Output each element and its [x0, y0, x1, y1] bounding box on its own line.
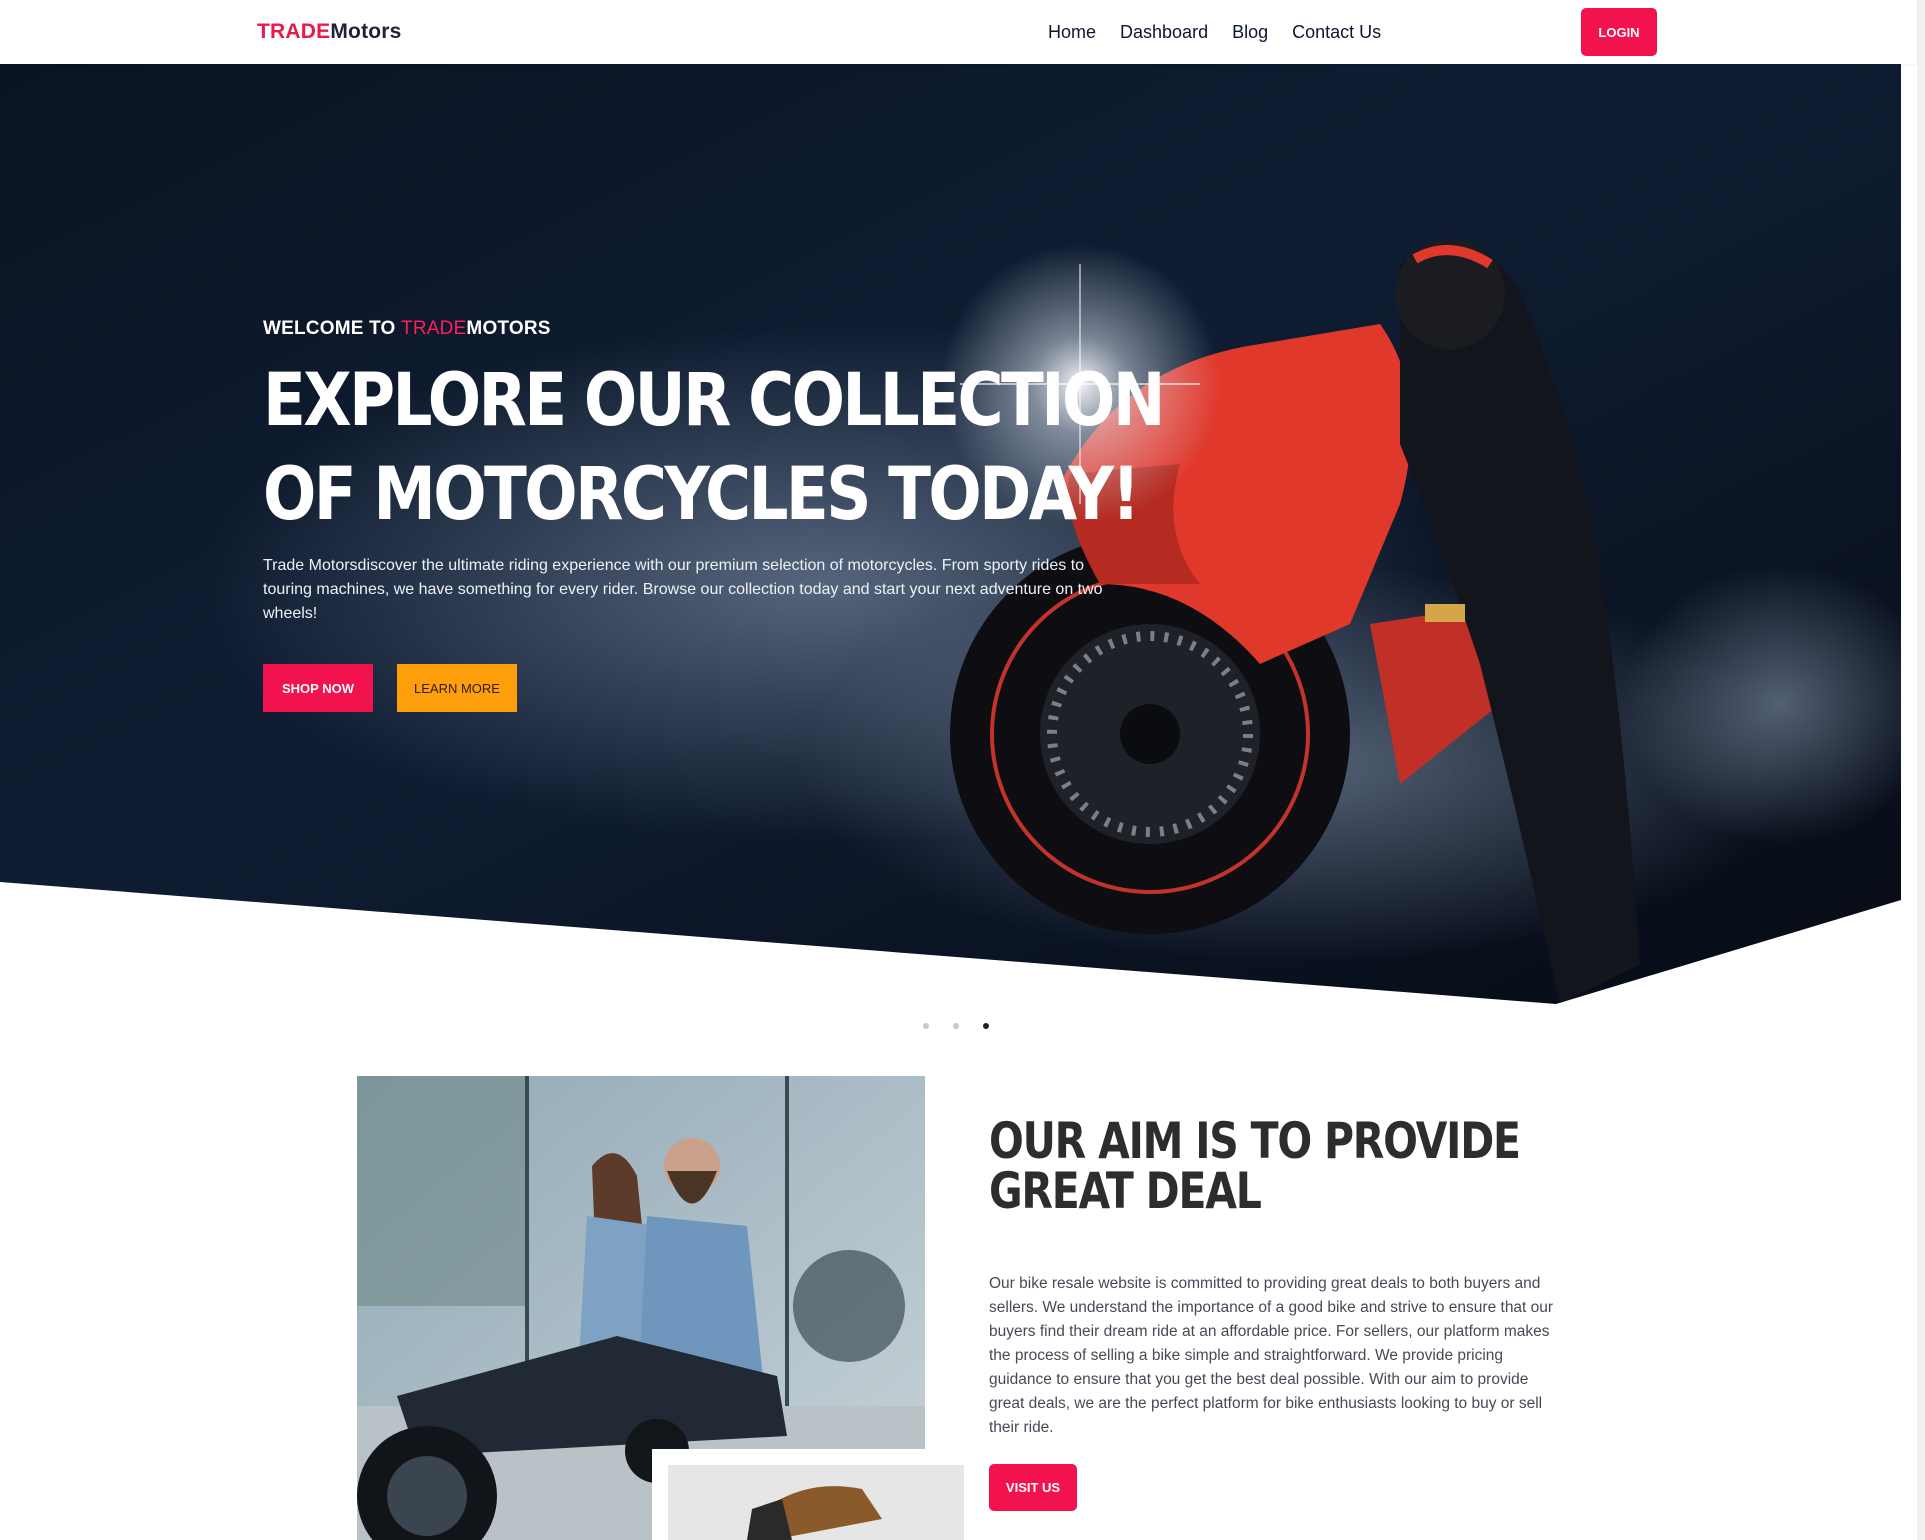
learn-more-button[interactable]: LEARN MORE: [397, 664, 517, 712]
welcome-accent: TRADE: [401, 318, 467, 339]
nav-links: Home Dashboard Blog Contact Us: [1048, 20, 1405, 44]
about-description: Our bike resale website is committed to …: [989, 1274, 1554, 1436]
hero-welcome: WELCOME TO TRADEMOTORS: [263, 318, 1123, 340]
carousel-dot-1[interactable]: [923, 1023, 929, 1029]
hero-title-line2: OF MOTORCYCLES TODAY!: [263, 452, 1140, 537]
about-title-line2: GREAT DEAL: [989, 1162, 1262, 1220]
nav-blog[interactable]: Blog: [1232, 20, 1268, 44]
carousel-dot-2[interactable]: [953, 1023, 959, 1029]
hero-title: EXPLORE OUR COLLECTION OF MOTORCYCLES TO…: [263, 354, 1165, 542]
welcome-suffix: MOTORS: [466, 318, 551, 339]
hero-description: Trade Motorsdiscover the ultimate riding…: [263, 557, 1103, 622]
hero-text: WELCOME TO TRADEMOTORS EXPLORE OUR COLLE…: [263, 318, 1165, 712]
brand-logo[interactable]: TRADEMotors: [257, 20, 402, 44]
login-button[interactable]: LOGIN: [1581, 8, 1657, 56]
brand-trade: TRADE: [257, 20, 331, 43]
hero-banner: WELCOME TO TRADEMOTORS EXPLORE OUR COLLE…: [0, 64, 1901, 1004]
hero-title-line1: EXPLORE OUR COLLECTION: [263, 358, 1165, 443]
about-title: OUR AIM IS TO PROVIDE GREAT DEAL: [989, 1112, 1521, 1220]
carousel-dot-3[interactable]: [983, 1023, 989, 1029]
navbar: TRADEMotors Home Dashboard Blog Contact …: [0, 0, 1917, 64]
shop-now-button[interactable]: SHOP NOW: [263, 664, 373, 712]
page-scrollbar[interactable]: [1917, 0, 1925, 1540]
nav-contact[interactable]: Contact Us: [1292, 20, 1381, 44]
carousel-indicators: [923, 1023, 1013, 1029]
welcome-prefix: WELCOME TO: [263, 318, 402, 339]
nav-home[interactable]: Home: [1048, 20, 1096, 44]
brand-motors: Motors: [330, 20, 402, 43]
visit-us-button[interactable]: VISIT US: [989, 1464, 1077, 1511]
hero-buttons: SHOP NOW LEARN MORE: [263, 664, 1123, 712]
about-photo-bike: [652, 1449, 966, 1540]
about-title-line1: OUR AIM IS TO PROVIDE: [989, 1112, 1521, 1170]
nav-dashboard[interactable]: Dashboard: [1120, 20, 1208, 44]
